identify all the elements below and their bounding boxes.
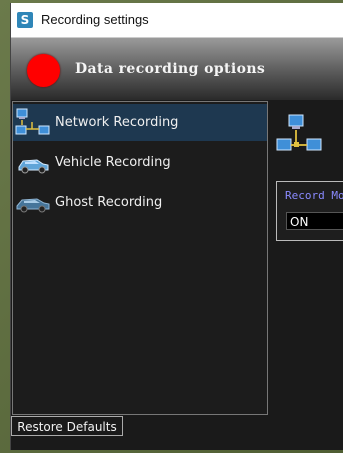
sidebar-item-label: Network Recording xyxy=(55,114,179,130)
sidebar-item-ghost-recording[interactable]: Ghost Recording xyxy=(13,184,267,221)
header-banner: Data recording options xyxy=(11,38,343,100)
header-title: Data recording options xyxy=(75,61,266,77)
sidebar-item-label: Ghost Recording xyxy=(55,194,163,210)
ghost-car-icon xyxy=(15,188,51,218)
record-mode-group: Record Mode ON xyxy=(276,181,343,241)
car-icon xyxy=(15,148,51,178)
record-dot-icon xyxy=(27,54,60,87)
settings-app-icon: S xyxy=(17,12,33,28)
window-title: Recording settings xyxy=(41,12,149,27)
network-icon xyxy=(15,108,51,138)
record-mode-label: Record Mode xyxy=(285,189,343,202)
recording-settings-window: S Recording settings Data recording opti… xyxy=(10,3,343,450)
category-sidebar: Network Recording Vehicle Recording Ghos… xyxy=(12,101,268,415)
record-mode-field[interactable]: ON xyxy=(286,212,343,230)
restore-defaults-button[interactable]: Restore Defaults xyxy=(11,416,123,436)
sidebar-item-network-recording[interactable]: Network Recording xyxy=(13,104,267,141)
sidebar-item-vehicle-recording[interactable]: Vehicle Recording xyxy=(13,144,267,181)
sidebar-item-label: Vehicle Recording xyxy=(55,154,171,170)
network-icon xyxy=(275,113,325,163)
title-bar[interactable]: S Recording settings xyxy=(11,3,343,38)
